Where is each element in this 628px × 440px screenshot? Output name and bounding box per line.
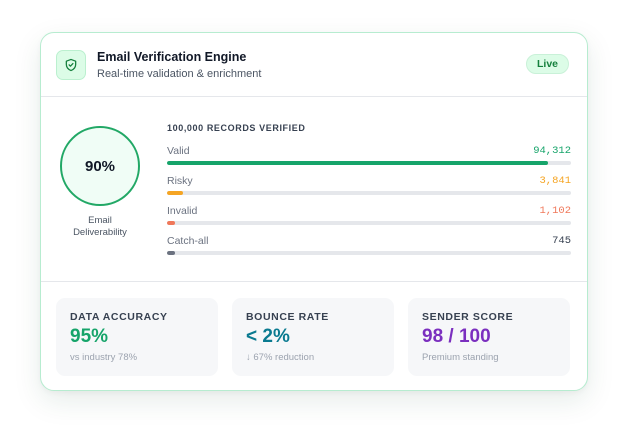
- stat-value: 95%: [70, 326, 109, 347]
- bar-label: Invalid: [167, 205, 198, 217]
- bar-fill: [167, 191, 183, 195]
- stat-card-data-accuracy: DATA ACCURACY 95% vs industry 78%: [56, 298, 218, 376]
- stat-note: Premium standing: [422, 352, 499, 363]
- deliverability-label-line1: Email: [88, 215, 112, 226]
- live-status-badge: Live: [525, 54, 569, 74]
- stat-card-bounce-rate: BOUNCE RATE < 2% ↓ 67% reduction: [232, 298, 394, 376]
- stat-value: < 2%: [246, 326, 290, 347]
- bar-fill: [167, 251, 176, 255]
- stat-value: 98 / 100: [422, 326, 491, 347]
- bar-label: Risky: [167, 175, 193, 187]
- bar-row-invalid: Invalid 1,102: [167, 205, 571, 233]
- bar-track: [167, 221, 571, 225]
- bar-count: 1,102: [539, 205, 571, 217]
- stat-card-sender-score: SENDER SCORE 98 / 100 Premium standing: [408, 298, 570, 376]
- stat-note: vs industry 78%: [70, 352, 138, 363]
- bar-count: 3,841: [539, 175, 571, 187]
- verification-card: Email Verification Engine Real-time vali…: [40, 32, 588, 391]
- stat-label: BOUNCE RATE: [246, 311, 329, 323]
- card-header: Email Verification Engine Real-time vali…: [41, 33, 587, 97]
- deliverability-label: Email Deliverability: [50, 215, 150, 239]
- bar-track: [167, 161, 571, 165]
- bar-count: 745: [552, 235, 571, 247]
- card-title: Email Verification Engine: [97, 50, 247, 64]
- bar-count: 94,312: [533, 145, 571, 157]
- shield-check-icon: [56, 50, 86, 80]
- deliverability-label-line2: Deliverability: [73, 227, 127, 238]
- bar-row-risky: Risky 3,841: [167, 175, 571, 203]
- deliverability-value: 90%: [84, 157, 116, 175]
- bar-label: Catch-all: [167, 235, 209, 247]
- stat-label: DATA ACCURACY: [70, 311, 168, 323]
- records-heading: 100,000 RECORDS VERIFIED: [167, 123, 306, 133]
- bar-track: [167, 191, 571, 195]
- stat-label: SENDER SCORE: [422, 311, 514, 323]
- bar-track: [167, 251, 571, 255]
- bar-label: Valid: [167, 145, 190, 157]
- bar-fill: [167, 221, 176, 225]
- card-subtitle: Real-time validation & enrichment: [97, 68, 262, 80]
- stat-note: ↓ 67% reduction: [246, 352, 315, 363]
- deliverability-ring: 90%: [60, 126, 140, 206]
- bar-fill: [167, 161, 549, 165]
- bar-row-catch-all: Catch-all 745: [167, 235, 571, 263]
- records-section: 90% Email Deliverability 100,000 RECORDS…: [41, 97, 587, 282]
- bar-row-valid: Valid 94,312: [167, 145, 571, 173]
